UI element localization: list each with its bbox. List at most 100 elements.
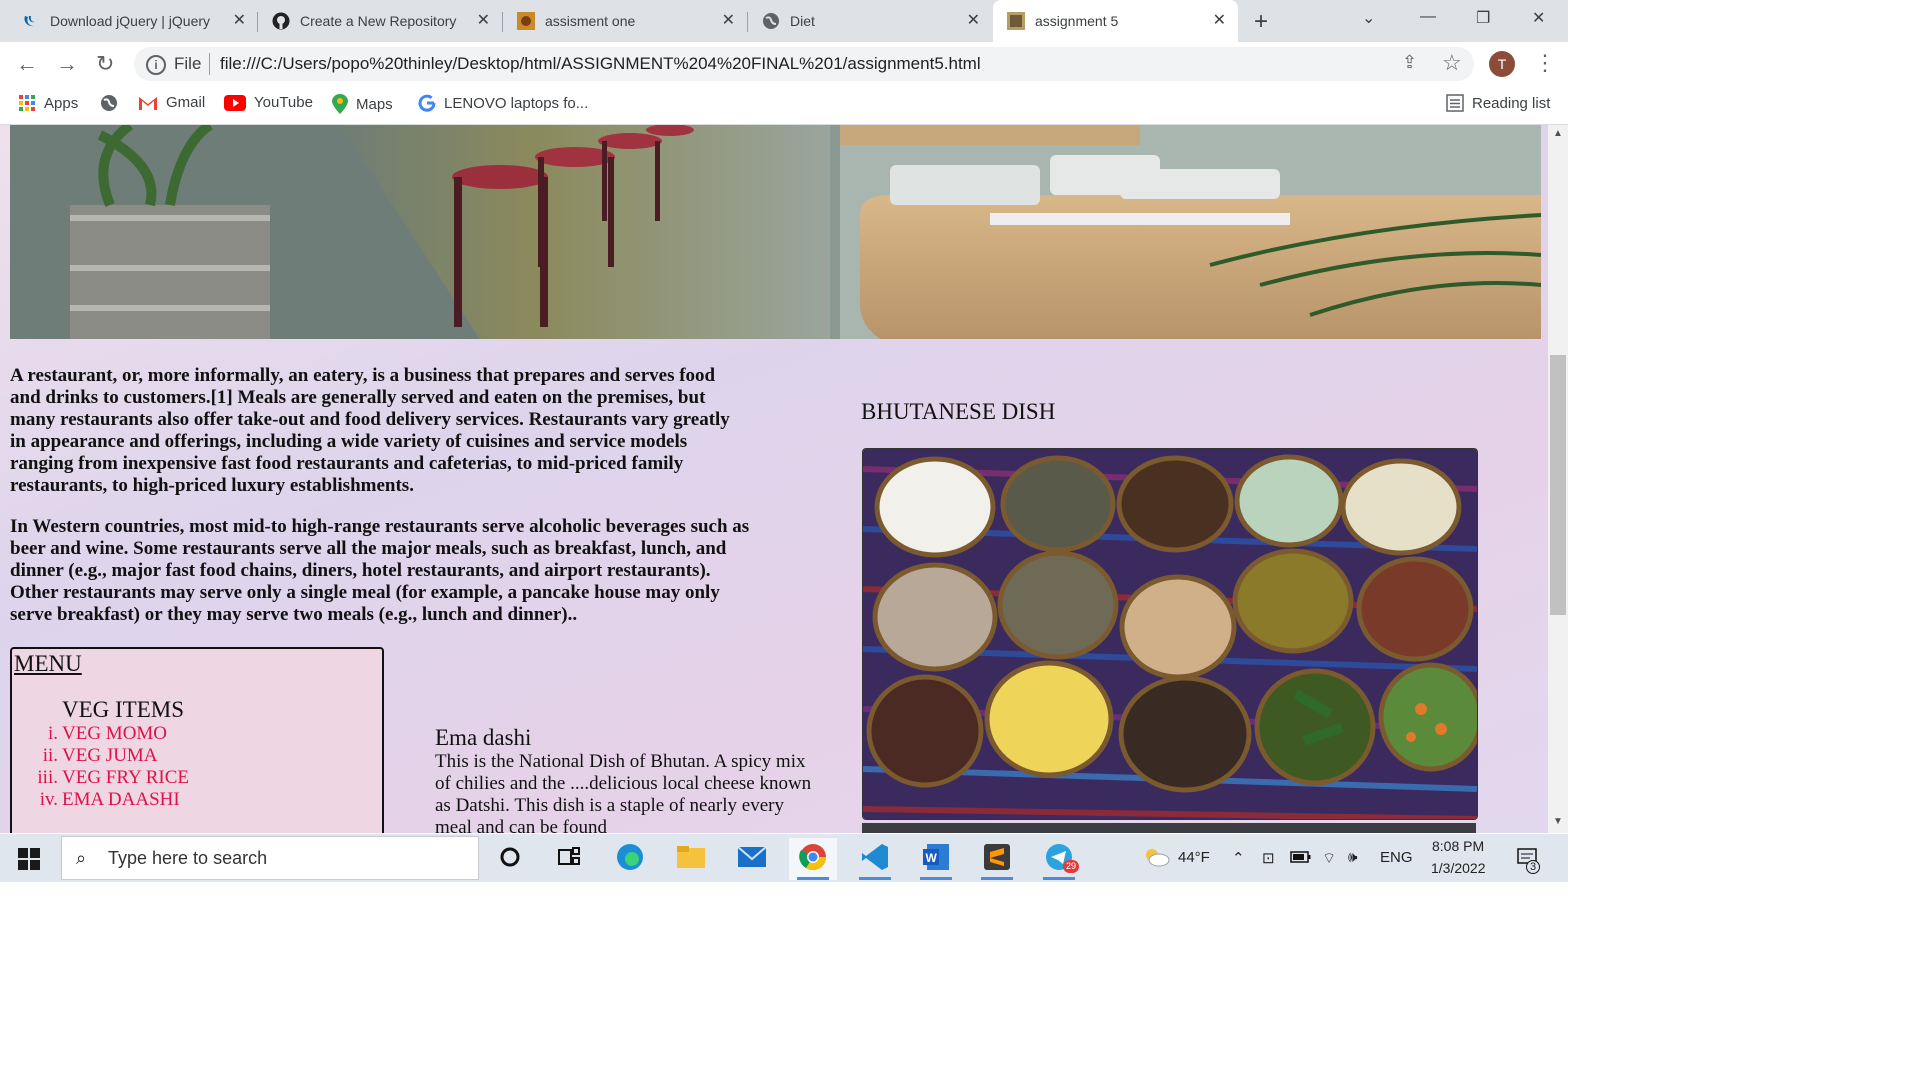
apps-grid-icon [18, 94, 36, 112]
bookmark-lenovo[interactable]: LENOVO laptops fo... [418, 94, 588, 112]
close-icon[interactable]: ✕ [967, 13, 980, 29]
bhutanese-dish-heading: BHUTANESE DISH [861, 399, 1056, 424]
list-item: i. VEG MOMO [12, 723, 189, 745]
bookmark-label: Gmail [166, 94, 206, 111]
folder-icon [676, 844, 706, 875]
file-explorer-taskbar-button[interactable] [667, 838, 715, 880]
menu-title-link[interactable]: MENU [14, 651, 82, 677]
new-tab-button[interactable]: + [1254, 8, 1268, 36]
close-icon[interactable]: ✕ [722, 13, 735, 29]
forward-arrow-icon[interactable]: → [56, 51, 78, 77]
cortana-button[interactable] [486, 838, 534, 880]
list-number: i. [47, 723, 58, 744]
mail-taskbar-button[interactable] [728, 838, 776, 880]
chevron-down-icon[interactable]: ⌄ [1362, 8, 1375, 28]
bookmark-gmail[interactable]: Gmail [138, 94, 205, 111]
telegram-taskbar-button[interactable]: 29 [1035, 838, 1083, 880]
weather-temperature[interactable]: 44°F [1178, 849, 1210, 866]
restore-button[interactable]: ❐ [1476, 8, 1490, 28]
edge-icon [615, 842, 645, 877]
windows-start-icon[interactable] [18, 848, 40, 875]
tab-github[interactable]: Create a New Repository ✕ [258, 0, 502, 42]
chevron-up-icon[interactable]: ⌃ [1232, 849, 1245, 867]
divider [209, 53, 210, 75]
gmail-icon [138, 95, 158, 111]
tab-title: assignment 5 [1035, 13, 1119, 29]
bookmark-apps[interactable]: Apps [18, 94, 78, 112]
mail-icon [737, 845, 767, 874]
clock-time[interactable]: 8:08 PM [1432, 838, 1484, 854]
window-close-button[interactable]: ✕ [1532, 8, 1545, 28]
tab-diet[interactable]: Diet ✕ [748, 0, 992, 42]
chrome-icon [798, 842, 828, 877]
reading-list-icon [1446, 94, 1464, 112]
scrollbar-thumb[interactable] [1550, 355, 1566, 615]
list-number: iv. [39, 789, 58, 810]
maps-pin-icon [332, 94, 348, 114]
reading-list-button[interactable]: Reading list [1446, 94, 1550, 112]
menu-dots-icon[interactable]: ⋮ [1534, 50, 1556, 76]
edge-taskbar-button[interactable] [606, 838, 654, 880]
bookmark-maps[interactable]: Maps [332, 94, 393, 114]
language-indicator[interactable]: ENG [1380, 849, 1413, 866]
veg-items-list: i. VEG MOMO ii. VEG JUMA iii. VEG FRY RICE … [12, 723, 189, 811]
list-item: iv. EMA DAASHI [12, 789, 189, 811]
reload-icon[interactable]: ↻ [96, 51, 114, 77]
page-viewport: A restaurant, or, more informally, an ea… [0, 125, 1548, 833]
close-icon[interactable]: ✕ [477, 13, 490, 29]
menu-item-label: VEG FRY RICE [62, 767, 190, 788]
scroll-down-arrow-icon[interactable]: ▼ [1553, 816, 1563, 827]
info-icon[interactable]: i [146, 55, 166, 75]
image-thumbnail-icon [517, 12, 535, 30]
avatar[interactable]: T [1489, 51, 1515, 77]
close-icon[interactable]: ✕ [233, 13, 246, 29]
bookmark-star-icon[interactable]: ☆ [1442, 50, 1462, 76]
clock-date[interactable]: 1/3/2022 [1431, 860, 1486, 876]
list-item: iii. VEG FRY RICE [12, 767, 189, 789]
meet-now-icon[interactable]: ⊡ [1262, 849, 1275, 867]
image-thumbnail-icon [1007, 12, 1025, 30]
minimize-button[interactable]: — [1420, 8, 1436, 26]
sublime-taskbar-button[interactable] [973, 838, 1021, 880]
cortana-circle-icon [499, 846, 521, 873]
share-icon[interactable]: ⇪ [1402, 52, 1417, 73]
reading-list-label: Reading list [1472, 94, 1551, 112]
notification-badge: 29 [1063, 860, 1080, 873]
search-placeholder[interactable]: Type here to search [108, 848, 267, 869]
sublime-text-icon [982, 842, 1012, 877]
menu-box: MENU VEG ITEMS i. VEG MOMO ii. VEG JUMA ii… [10, 647, 384, 833]
svg-text:W: W [926, 851, 938, 865]
list-item: ii. VEG JUMA [12, 745, 189, 767]
word-taskbar-button[interactable]: W [912, 838, 960, 880]
bookmark-label: YouTube [254, 94, 313, 111]
tab-assisment-one[interactable]: assisment one ✕ [503, 0, 747, 42]
bookmark-globe[interactable] [100, 94, 126, 112]
tab-assignment-5[interactable]: assignment 5 ✕ [993, 0, 1238, 42]
globe-icon [762, 12, 780, 30]
wifi-icon[interactable]: ⌔ [1322, 849, 1336, 868]
tab-title: Download jQuery | jQuery [50, 13, 211, 29]
vscode-taskbar-button[interactable] [851, 838, 899, 880]
bhutanese-dish-photo [862, 448, 1478, 820]
url-text[interactable]: file:///C:/Users/popo%20thinley/Desktop/… [220, 54, 981, 74]
chrome-taskbar-button[interactable] [789, 838, 837, 880]
second-dish-photo [862, 823, 1476, 833]
youtube-icon [224, 94, 246, 111]
bookmark-youtube[interactable]: YouTube [224, 94, 313, 111]
list-number: ii. [42, 745, 58, 766]
weather-icon[interactable] [1142, 846, 1170, 872]
intro-paragraph: A restaurant, or, more informally, an ea… [10, 365, 730, 496]
back-arrow-icon[interactable]: ← [16, 51, 38, 77]
task-view-button[interactable] [545, 838, 593, 880]
restaurant-hero-image [10, 125, 1541, 339]
tab-title: Diet [790, 13, 815, 29]
bookmark-label: Apps [44, 94, 79, 112]
google-icon [418, 94, 436, 112]
word-icon: W [921, 842, 951, 877]
tab-jquery[interactable]: Download jQuery | jQuery ✕ [8, 0, 258, 42]
bookmark-label: Maps [356, 95, 393, 113]
close-icon[interactable]: ✕ [1213, 13, 1226, 29]
scroll-up-arrow-icon[interactable]: ▲ [1553, 128, 1563, 139]
battery-icon[interactable] [1290, 850, 1312, 868]
volume-icon[interactable]: 🕪 [1348, 849, 1357, 866]
